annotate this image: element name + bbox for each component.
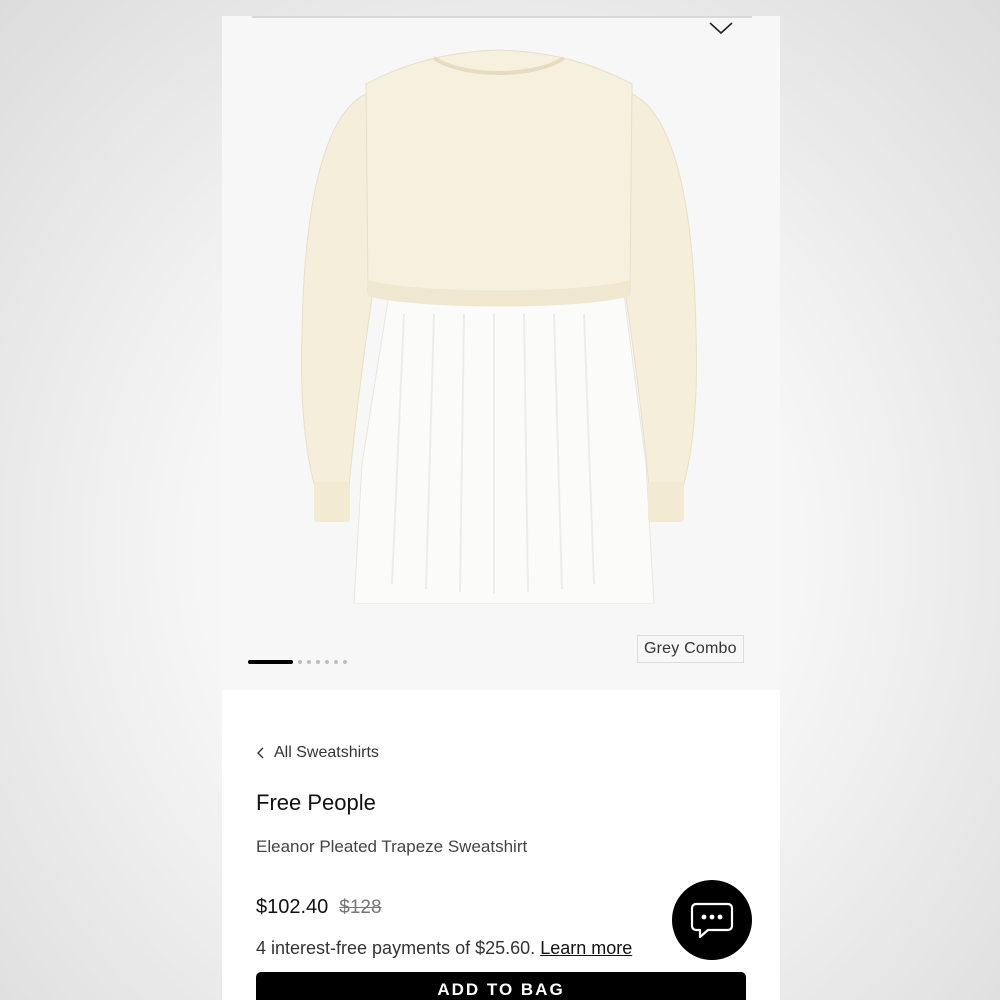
chevron-down-icon[interactable] <box>708 20 734 36</box>
chat-button[interactable] <box>672 880 752 960</box>
product-name: Eleanor Pleated Trapeze Sweatshirt <box>256 837 528 856</box>
original-price: $128 <box>339 897 382 918</box>
chevron-left-icon <box>257 747 264 759</box>
breadcrumb-label[interactable]: All Sweatshirts <box>274 744 379 762</box>
color-tag: Grey Combo <box>637 635 744 663</box>
sale-price: $102.40 <box>256 896 329 918</box>
carousel-dot[interactable] <box>334 660 338 664</box>
installments-info: 4 interest-free payments of $25.60. Lear… <box>256 938 632 959</box>
carousel-dot[interactable] <box>325 660 329 664</box>
carousel-dot[interactable] <box>298 660 302 664</box>
divider <box>252 16 752 18</box>
product-page: Grey Combo All Sweatshirts Free People E… <box>222 16 780 1000</box>
carousel-indicator[interactable] <box>248 660 347 664</box>
breadcrumb[interactable]: All Sweatshirts <box>256 744 379 762</box>
installments-text: 4 interest-free payments of $25.60. <box>256 938 536 958</box>
chat-bubble-icon <box>690 902 734 939</box>
brand-name[interactable]: Free People <box>256 790 376 816</box>
product-image <box>301 49 697 604</box>
price-row: $102.40 $128 <box>256 896 382 919</box>
add-to-bag-button[interactable]: ADD TO BAG <box>256 972 746 1000</box>
product-image-carousel[interactable]: Grey Combo <box>222 16 780 690</box>
carousel-dot[interactable] <box>316 660 320 664</box>
carousel-dot[interactable] <box>307 660 311 664</box>
learn-more-link[interactable]: Learn more <box>540 938 632 958</box>
carousel-dot-active[interactable] <box>248 660 293 664</box>
carousel-dot[interactable] <box>343 660 347 664</box>
